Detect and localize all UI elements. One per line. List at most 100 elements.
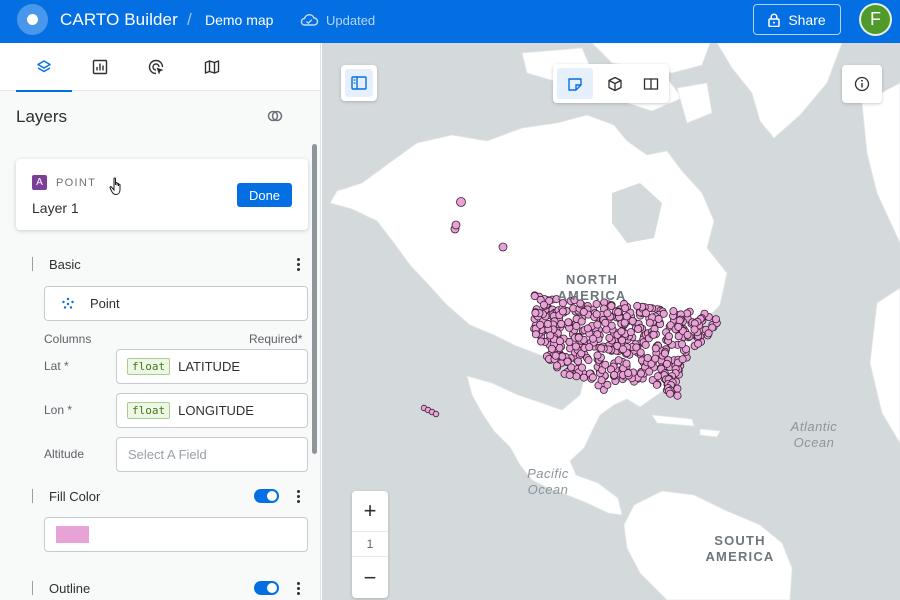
map-point[interactable]	[651, 354, 660, 363]
user-avatar[interactable]: F	[859, 3, 892, 36]
map-point[interactable]	[583, 324, 592, 333]
map-point[interactable]	[536, 337, 545, 346]
view-3d-button[interactable]	[597, 64, 633, 103]
map-point[interactable]	[572, 322, 581, 331]
fill-color-menu-icon[interactable]	[296, 490, 300, 503]
map-point[interactable]	[614, 356, 623, 365]
map-canvas[interactable]: NORTH AMERICA SOUTH AMERICA Atlantic Oce…	[322, 43, 900, 600]
zoom-out-button[interactable]: −	[352, 561, 388, 595]
map-point[interactable]	[451, 220, 461, 230]
map-point[interactable]	[678, 355, 687, 364]
map-point[interactable]	[531, 330, 540, 339]
map-point[interactable]	[577, 363, 586, 372]
map-point[interactable]	[624, 369, 633, 378]
map-point[interactable]	[565, 371, 574, 380]
map-point[interactable]	[602, 325, 611, 334]
map-point[interactable]	[597, 376, 606, 385]
map-point[interactable]	[694, 339, 703, 348]
map-point[interactable]	[690, 325, 699, 334]
map-point[interactable]	[641, 309, 650, 318]
map-point[interactable]	[567, 363, 576, 372]
map-point[interactable]	[683, 330, 692, 339]
map-point[interactable]	[618, 336, 627, 345]
split-view-button[interactable]	[633, 64, 669, 103]
map-point[interactable]	[552, 361, 561, 370]
map-point[interactable]	[677, 340, 686, 349]
map-point[interactable]	[551, 351, 560, 360]
map-point[interactable]	[543, 319, 552, 328]
tab-interactions[interactable]	[128, 43, 184, 91]
map-point[interactable]	[605, 333, 614, 342]
map-point[interactable]	[588, 334, 597, 343]
map-point[interactable]	[634, 324, 643, 333]
map-point[interactable]	[588, 373, 597, 382]
link-icon[interactable]	[266, 107, 284, 125]
map-point[interactable]	[653, 372, 662, 381]
toggle-panel-button[interactable]	[341, 65, 377, 101]
map-point[interactable]	[654, 314, 663, 323]
map-point[interactable]	[645, 367, 654, 376]
map-point[interactable]	[584, 356, 593, 365]
map-point[interactable]	[572, 372, 581, 381]
basic-section-title[interactable]: Basic	[49, 257, 81, 272]
map-point[interactable]	[531, 308, 540, 317]
tab-widgets[interactable]	[72, 43, 128, 91]
map-point[interactable]	[626, 328, 635, 337]
carto-logo-icon[interactable]	[17, 4, 48, 35]
map-point[interactable]	[643, 353, 652, 362]
map-point[interactable]	[555, 337, 564, 346]
map-point[interactable]	[660, 349, 669, 358]
map-point[interactable]	[558, 307, 567, 316]
map-point[interactable]	[662, 359, 671, 368]
map-point[interactable]	[432, 410, 440, 418]
map-point[interactable]	[597, 344, 606, 353]
map-point[interactable]	[614, 308, 623, 317]
panel-scrollbar[interactable]	[312, 144, 317, 454]
layer-name[interactable]: Layer 1	[32, 200, 79, 216]
map-point[interactable]	[636, 369, 645, 378]
map-point[interactable]	[456, 197, 466, 207]
outline-menu-icon[interactable]	[296, 582, 300, 595]
map-point[interactable]	[651, 344, 660, 353]
share-button[interactable]: Share	[753, 4, 841, 35]
map-point[interactable]	[641, 340, 650, 349]
tab-basemap[interactable]	[184, 43, 240, 91]
map-point[interactable]	[619, 345, 628, 354]
map-point[interactable]	[622, 359, 631, 368]
zoom-in-button[interactable]: +	[352, 494, 388, 528]
map-point[interactable]	[610, 370, 619, 379]
map-point[interactable]	[711, 315, 720, 324]
fill-color-toggle[interactable]	[254, 489, 279, 503]
map-point[interactable]	[585, 343, 594, 352]
outline-section-title[interactable]: Outline	[49, 581, 90, 596]
map-point[interactable]	[601, 318, 610, 327]
layer-card[interactable]: A POINT Layer 1 Done	[16, 159, 308, 230]
map-point[interactable]	[557, 319, 566, 328]
map-point[interactable]	[633, 301, 642, 310]
map-point[interactable]	[673, 384, 682, 393]
map-point[interactable]	[565, 337, 574, 346]
map-point[interactable]	[622, 312, 631, 321]
map-point[interactable]	[574, 333, 583, 342]
geometry-type-select[interactable]: Point	[44, 286, 308, 321]
lat-field-select[interactable]: float LATITUDE	[116, 349, 308, 384]
map-point[interactable]	[593, 351, 602, 360]
map-point[interactable]	[579, 307, 588, 316]
map-point[interactable]	[649, 330, 658, 339]
map-point[interactable]	[564, 318, 573, 327]
map-point[interactable]	[593, 320, 602, 329]
map-point[interactable]	[673, 391, 682, 400]
map-point[interactable]	[571, 342, 580, 351]
fill-color-picker[interactable]	[44, 517, 308, 552]
altitude-field-select[interactable]: Select A Field	[116, 437, 308, 472]
map-point[interactable]	[675, 316, 684, 325]
map-point[interactable]	[547, 344, 556, 353]
map-point[interactable]	[666, 389, 675, 398]
map-point[interactable]	[704, 329, 713, 338]
map-point[interactable]	[652, 380, 661, 389]
map-point[interactable]	[669, 307, 678, 316]
lon-field-select[interactable]: float LONGITUDE	[116, 393, 308, 428]
tab-layers[interactable]	[16, 43, 72, 92]
map-point[interactable]	[601, 360, 610, 369]
map-point[interactable]	[498, 242, 508, 252]
